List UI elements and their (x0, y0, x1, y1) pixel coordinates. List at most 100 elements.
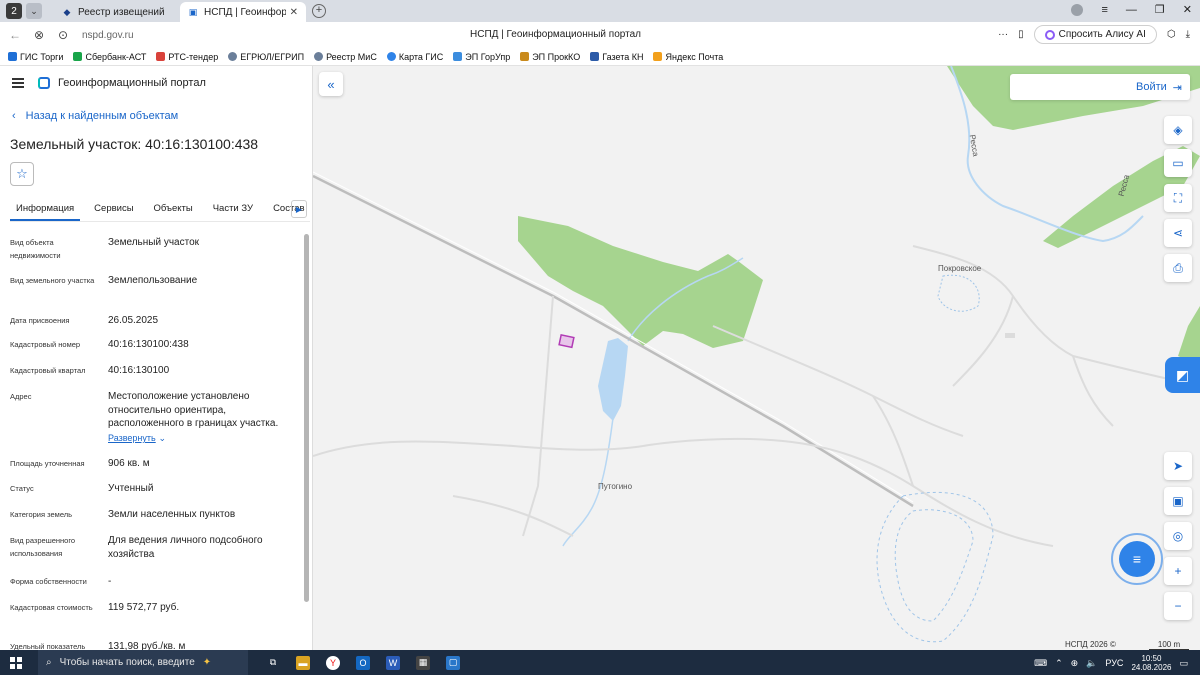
tab-parts[interactable]: Части ЗУ (207, 198, 259, 221)
word-icon[interactable]: W (386, 655, 400, 670)
tab-counter[interactable]: 2 (6, 3, 22, 19)
bookmark-ep-prokko[interactable]: ЭП ПрокКО (520, 52, 580, 62)
bookmark-sber-ast[interactable]: Сбербанк-АСТ (73, 52, 146, 62)
nspd-logo-icon (38, 77, 50, 89)
bookmark-gis-torgi[interactable]: ГИС Торги (8, 52, 63, 62)
panel-scrollbar[interactable] (304, 234, 309, 602)
new-tab-button[interactable]: + (312, 4, 326, 18)
sber-icon (73, 52, 83, 61)
file-explorer-icon[interactable]: ▬ (296, 655, 310, 670)
bookmark-ep-gorupr[interactable]: ЭП ГорУпр (453, 52, 510, 62)
back-arrow-icon[interactable]: ← (6, 28, 24, 42)
bookmark-icon[interactable]: ▯ (1018, 29, 1024, 40)
tab-services[interactable]: Сервисы (88, 198, 139, 221)
task-view-icon[interactable]: ⧉ (266, 656, 280, 670)
more-icon[interactable]: ··· (998, 29, 1008, 40)
calculator-icon[interactable]: ▦ (416, 655, 430, 670)
remote-desktop-icon[interactable]: ▢ (446, 655, 460, 670)
bookmark-yandex-mail[interactable]: Яндекс Почта (653, 52, 723, 62)
extensions-icon[interactable]: ⬡ (1167, 29, 1176, 40)
share-icon[interactable]: ⋖ (1164, 219, 1192, 247)
download-icon[interactable]: ⤓ (1186, 29, 1190, 40)
tab-objects[interactable]: Объекты (148, 198, 199, 221)
map-copyright: НСПД 2026 © (1065, 640, 1116, 649)
restore-icon[interactable]: ❐ (1155, 3, 1165, 16)
chat-button[interactable]: ≡ (1111, 533, 1163, 585)
layers-icon[interactable]: ◈ (1164, 116, 1192, 144)
lake (598, 338, 628, 421)
close-window-icon[interactable]: ✕ (1183, 3, 1192, 16)
tab-list-chevron-icon[interactable]: ⌄ (26, 3, 42, 19)
zoom-out-icon[interactable]: − (1164, 592, 1192, 620)
language-indicator[interactable]: РУС (1105, 658, 1123, 668)
network-icon[interactable]: ⊕ (1071, 658, 1079, 669)
browser-tabstrip: 2 ⌄ ◆ Реестр извещений ▣ НСПД | Геоинфор… (0, 0, 1200, 22)
system-tray: ⌨ ⌃ ⊕ 🔈 РУС 10:50 24.08.2026 ▭ (1034, 654, 1188, 672)
minimize-icon[interactable]: — (1126, 4, 1137, 16)
select-area-icon[interactable]: ⛶ (1164, 184, 1192, 212)
bookmark-karta-gis[interactable]: Карта ГИС (386, 52, 443, 62)
side-app-icon[interactable]: ◩ (1165, 357, 1200, 393)
star-icon[interactable]: ☆ (10, 162, 34, 186)
hamburger-menu-icon[interactable] (12, 78, 24, 88)
bookmark-gazeta-kn[interactable]: Газета КН (590, 52, 643, 62)
alisa-label: Спросить Алису AI (1058, 29, 1146, 40)
alisa-button[interactable]: Спросить Алису AI (1033, 25, 1157, 44)
yandex-browser-icon[interactable]: Y (326, 655, 340, 670)
map-view[interactable]: Покровское Путогино Ресса Ресса « Войти … (313, 66, 1200, 650)
chevron-down-icon: ⌄ (158, 433, 167, 443)
attribute-key: Вид земельного участка (10, 276, 95, 285)
bookmark-rts-tender[interactable]: РТС-тендер (156, 52, 218, 62)
collapse-panel-icon[interactable]: « (319, 72, 343, 96)
sparkle-icon: ✦ (202, 657, 212, 668)
map-canvas[interactable] (313, 66, 1200, 650)
expand-link[interactable]: Развернуть ⌄ (108, 432, 302, 446)
search-icon: ⌕ (46, 657, 52, 668)
search-location-icon[interactable]: ◎ (1164, 522, 1192, 550)
notifications-icon[interactable]: ▭ (1179, 658, 1188, 669)
login-label: Войти (1135, 81, 1167, 93)
locate-icon[interactable]: ➤ (1164, 452, 1192, 480)
chevron-up-icon[interactable]: ⌃ (1055, 658, 1063, 669)
url-field[interactable]: nspd.gov.ru (82, 30, 134, 41)
ruler-icon[interactable]: ▭ (1164, 149, 1192, 177)
volume-icon[interactable]: 🔈 (1086, 658, 1097, 669)
close-tab-icon[interactable]: ✕ (290, 7, 298, 18)
attribute-key: Форма собственности (10, 577, 87, 586)
chevron-left-icon: ‹ (12, 110, 16, 122)
map-scale: 100 m (1149, 640, 1189, 650)
back-to-results-link[interactable]: ‹ Назад к найденным объектам (12, 110, 178, 122)
profile-avatar[interactable] (1071, 3, 1084, 16)
gazeta-kn-icon (590, 52, 600, 61)
bookmark-egrul[interactable]: ЕГРЮЛ/ЕГРИП (228, 52, 304, 62)
reestr-mis-icon (314, 52, 324, 61)
shield-icon[interactable]: ⊗ (30, 28, 48, 42)
lock-icon[interactable]: ⊙ (54, 28, 72, 42)
zoom-in-icon[interactable]: + (1164, 557, 1192, 585)
outlook-icon[interactable]: O (356, 655, 370, 670)
bookmark-reestr-mis[interactable]: Реестр МиС (314, 52, 377, 62)
clock[interactable]: 10:50 24.08.2026 (1131, 654, 1171, 672)
marsh-area (876, 274, 994, 643)
selected-parcel[interactable] (558, 333, 575, 349)
yandex-mail-icon (653, 52, 663, 61)
tabs-scroll-right-icon[interactable]: ▶ (291, 200, 307, 218)
tab-reestr[interactable]: ◆ Реестр извещений (54, 2, 174, 22)
tab-nspd[interactable]: ▣ НСПД | Геоинформаци ✕ (180, 2, 306, 22)
forest-area (518, 216, 763, 348)
keyboard-icon[interactable]: ⌨ (1034, 658, 1047, 669)
windows-start-icon[interactable] (10, 656, 22, 669)
attribute-key: Статус (10, 484, 34, 493)
attribute-key: Удельный показатель (10, 642, 86, 650)
login-button[interactable]: Войти ⇥ (1010, 74, 1190, 100)
tab-info[interactable]: Информация (10, 198, 81, 221)
menu-icon[interactable]: ≡ (1101, 4, 1107, 16)
alisa-icon (1044, 29, 1055, 40)
taskbar-search[interactable]: ⌕ Чтобы начать поиск, введите ✦ (38, 650, 248, 675)
print-icon[interactable]: ⎙ (1164, 254, 1192, 282)
attribute-value: Земельный участок (108, 237, 200, 248)
attribute-value: 40:16:130100:438 (108, 339, 189, 350)
minimap-icon[interactable]: ▣ (1164, 487, 1192, 515)
rts-icon (156, 52, 166, 61)
taskbar: ⌕ Чтобы начать поиск, введите ✦ ⧉ ▬ Y O … (0, 650, 1200, 675)
